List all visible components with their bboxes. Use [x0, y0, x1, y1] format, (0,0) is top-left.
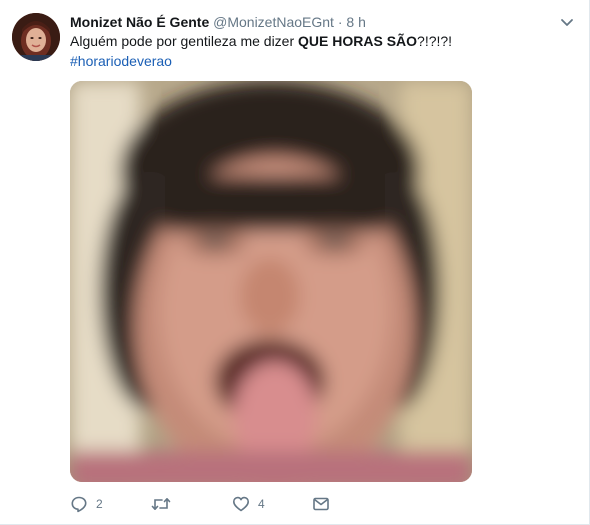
- hashtag-link[interactable]: #horariodeverao: [70, 53, 172, 69]
- direct-message-button[interactable]: [312, 494, 330, 514]
- tweet-text-bold: QUE HORAS SÃO: [298, 33, 418, 49]
- display-name[interactable]: Monizet Não É Gente: [70, 14, 209, 30]
- retweet-button[interactable]: [151, 494, 179, 514]
- like-count: 4: [258, 497, 265, 511]
- like-button[interactable]: 4: [232, 494, 265, 514]
- blurred-face-photo: [70, 81, 472, 482]
- tweet-text: Alguém pode por gentileza me dizer QUE H…: [70, 31, 570, 71]
- retweet-icon: [151, 495, 171, 513]
- tweet-header: Monizet Não É Gente @MonizetNaoEGnt · 8 …: [70, 12, 366, 32]
- reply-button[interactable]: 2: [70, 494, 103, 514]
- avatar[interactable]: [12, 13, 60, 61]
- tweet-card[interactable]: Monizet Não É Gente @MonizetNaoEGnt · 8 …: [0, 0, 590, 525]
- heart-icon: [232, 495, 250, 513]
- chevron-down-icon[interactable]: [559, 14, 575, 30]
- reply-count: 2: [96, 497, 103, 511]
- tweet-actions: 2 4: [70, 494, 490, 514]
- timestamp[interactable]: 8 h: [346, 14, 365, 30]
- tweet-text-part: ?!?!?!: [417, 33, 453, 49]
- envelope-icon: [312, 495, 330, 513]
- separator-dot: ·: [337, 14, 343, 30]
- tweet-text-part: Alguém pode por gentileza me dizer: [70, 33, 299, 49]
- tweet-media-image[interactable]: [70, 81, 472, 482]
- reply-icon: [70, 495, 88, 513]
- username[interactable]: @MonizetNaoEGnt: [213, 14, 334, 30]
- avatar-photo: [12, 13, 60, 61]
